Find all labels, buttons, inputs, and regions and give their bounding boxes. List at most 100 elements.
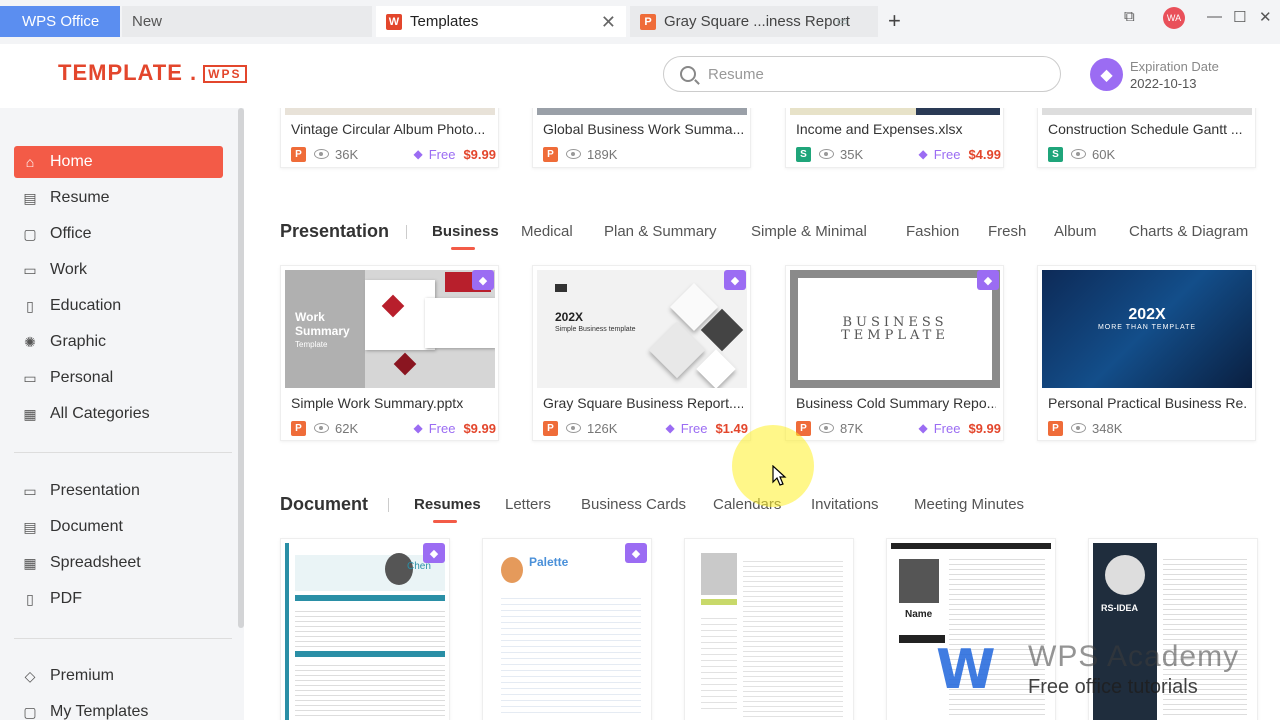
presentation-file-icon: P bbox=[640, 13, 656, 30]
search-input[interactable] bbox=[708, 65, 1008, 83]
document-card[interactable]: Chen ◆ bbox=[280, 538, 450, 720]
sidebar-item-pdf[interactable]: ▯ PDF bbox=[14, 583, 223, 615]
sidebar: ⌂ Home ▤ Resume ▢ Office ▭ Work ▯ Education ✺… bbox=[0, 108, 244, 720]
card-thumbnail bbox=[689, 543, 849, 720]
tab-gray-square-report[interactable]: P Gray Square ...iness Report ▭ bbox=[630, 6, 878, 37]
close-tab-icon[interactable]: ✕ bbox=[601, 12, 616, 33]
category-album[interactable]: Album bbox=[1054, 223, 1097, 240]
views-icon bbox=[819, 149, 834, 159]
card-meta: P 189K bbox=[543, 145, 748, 163]
thumb-text: Summary bbox=[295, 324, 350, 338]
category-business[interactable]: Business bbox=[432, 223, 499, 240]
sidebar-divider bbox=[14, 452, 232, 453]
sidebar-item-label: Graphic bbox=[50, 333, 107, 350]
tab-layout-icon[interactable]: ⧉ bbox=[1124, 8, 1135, 25]
category-fashion[interactable]: Fashion bbox=[906, 223, 959, 240]
sidebar-item-label: Home bbox=[50, 153, 93, 170]
card-meta: P 348K bbox=[1048, 419, 1253, 437]
category-invitations[interactable]: Invitations bbox=[811, 496, 879, 513]
card-title: Global Business Work Summa... bbox=[543, 121, 743, 137]
thumb-text: Simple Business template bbox=[555, 326, 636, 333]
category-letters[interactable]: Letters bbox=[505, 496, 551, 513]
template-card[interactable]: Vintage Circular Album Photo... P 36K ◆ F… bbox=[280, 108, 499, 168]
card-thumbnail bbox=[1042, 108, 1252, 115]
premium-badge-icon: ◆ bbox=[423, 543, 445, 563]
views-icon bbox=[566, 149, 581, 159]
tab-label: Templates bbox=[410, 13, 479, 30]
category-charts-diagram[interactable]: Charts & Diagram bbox=[1129, 223, 1248, 240]
tab-label: Gray Square ...iness Report bbox=[664, 13, 850, 30]
category-plan-summary[interactable]: Plan & Summary bbox=[604, 223, 717, 240]
template-card[interactable]: Global Business Work Summa... P 189K bbox=[532, 108, 751, 168]
sidebar-item-education[interactable]: ▯ Education bbox=[14, 290, 223, 322]
template-card[interactable]: Work Summary Template ◆ Simple Work Summ… bbox=[280, 265, 499, 441]
office-icon: ▢ bbox=[23, 225, 37, 242]
price: $9.99 bbox=[463, 420, 496, 436]
sidebar-item-my-templates[interactable]: ▢ My Templates bbox=[14, 696, 223, 728]
tab-bar: WPS Office New W Templates ✕ P Gray Squa… bbox=[0, 0, 1280, 44]
diamond-icon: ◆ bbox=[665, 421, 675, 435]
sidebar-item-label: Document bbox=[50, 518, 123, 535]
sidebar-item-resume[interactable]: ▤ Resume bbox=[14, 182, 223, 214]
sidebar-item-personal[interactable]: ▭ Personal bbox=[14, 362, 223, 394]
sidebar-item-label: Premium bbox=[50, 667, 115, 684]
card-thumbnail bbox=[285, 108, 495, 115]
card-title: Personal Practical Business Re... bbox=[1048, 395, 1248, 411]
spreadsheet-icon: ▦ bbox=[23, 554, 37, 571]
card-meta: P 62K ◆ Free $9.99 bbox=[291, 419, 496, 437]
views-count: 126K bbox=[587, 420, 618, 436]
price: $9.99 bbox=[463, 146, 496, 162]
separator bbox=[406, 225, 407, 239]
category-medical[interactable]: Medical bbox=[521, 223, 573, 240]
tab-wps-office[interactable]: WPS Office bbox=[0, 6, 120, 37]
category-simple-minimal[interactable]: Simple & Minimal bbox=[751, 223, 867, 240]
tab-new[interactable]: New bbox=[122, 6, 372, 37]
views-count: 36K bbox=[335, 146, 359, 162]
document-card[interactable]: Palette ◆ bbox=[482, 538, 652, 720]
spreadsheet-file-icon: S bbox=[796, 146, 811, 162]
card-thumbnail bbox=[790, 108, 1000, 115]
card-meta: S 35K ◆ Free $4.99 bbox=[796, 145, 1001, 163]
template-card[interactable]: BUSINESS TEMPLATE ◆ Business Cold Summar… bbox=[785, 265, 1004, 441]
template-card[interactable]: Income and Expenses.xlsx S 35K ◆ Free $4.… bbox=[785, 108, 1004, 168]
sidebar-item-home[interactable]: ⌂ Home bbox=[14, 146, 223, 178]
search-icon bbox=[680, 66, 696, 82]
maximize-button[interactable]: ☐ bbox=[1233, 8, 1246, 26]
avatar[interactable]: WA bbox=[1163, 7, 1185, 29]
header: TEMPLATE . WPS ◆ Expiration Date 2022-10-… bbox=[0, 44, 1280, 108]
thumb-text: TEMPLATE bbox=[841, 328, 949, 343]
template-card[interactable]: 202X Simple Business template ◆ Gray Squ… bbox=[532, 265, 751, 441]
sidebar-item-work[interactable]: ▭ Work bbox=[14, 254, 223, 286]
card-thumbnail bbox=[537, 108, 747, 115]
minimize-button[interactable]: — bbox=[1207, 8, 1222, 25]
search-box[interactable] bbox=[663, 56, 1061, 92]
sidebar-item-graphic[interactable]: ✺ Graphic bbox=[14, 326, 223, 358]
premium-diamond-icon[interactable]: ◆ bbox=[1090, 58, 1123, 91]
new-tab-button[interactable]: + bbox=[888, 8, 901, 34]
template-card[interactable]: 202X MORE THAN TEMPLATE Personal Practic… bbox=[1037, 265, 1256, 441]
sidebar-item-label: Resume bbox=[50, 189, 110, 206]
sidebar-item-office[interactable]: ▢ Office bbox=[14, 218, 223, 250]
sidebar-item-document[interactable]: ▤ Document bbox=[14, 511, 223, 543]
free-badge: ◆ Free bbox=[918, 147, 960, 162]
thumb-text: 202X bbox=[1128, 306, 1166, 323]
category-fresh[interactable]: Fresh bbox=[988, 223, 1026, 240]
thumb-text: Work bbox=[295, 310, 325, 324]
wps-academy-watermark: W WPS Academy Free office tutorials bbox=[936, 638, 1256, 712]
sidebar-item-premium[interactable]: ◇ Premium bbox=[14, 660, 223, 692]
tab-templates[interactable]: W Templates ✕ bbox=[376, 6, 626, 37]
category-resumes[interactable]: Resumes bbox=[414, 496, 481, 513]
category-meeting-minutes[interactable]: Meeting Minutes bbox=[914, 496, 1024, 513]
thumb-text: 202X bbox=[555, 310, 584, 324]
document-card[interactable] bbox=[684, 538, 854, 720]
sidebar-item-presentation[interactable]: ▭ Presentation bbox=[14, 475, 223, 507]
template-logo[interactable]: TEMPLATE . WPS bbox=[58, 60, 247, 86]
thumb-text: MORE THAN TEMPLATE bbox=[1097, 324, 1197, 331]
sidebar-item-spreadsheet[interactable]: ▦ Spreadsheet bbox=[14, 547, 223, 579]
pdf-icon: ▯ bbox=[26, 590, 34, 607]
template-card[interactable]: Construction Schedule Gantt ... S 60K bbox=[1037, 108, 1256, 168]
active-category-indicator bbox=[433, 520, 457, 523]
close-window-button[interactable]: ✕ bbox=[1259, 8, 1272, 26]
category-business-cards[interactable]: Business Cards bbox=[581, 496, 686, 513]
sidebar-item-all-categories[interactable]: ▦ All Categories bbox=[14, 398, 223, 430]
